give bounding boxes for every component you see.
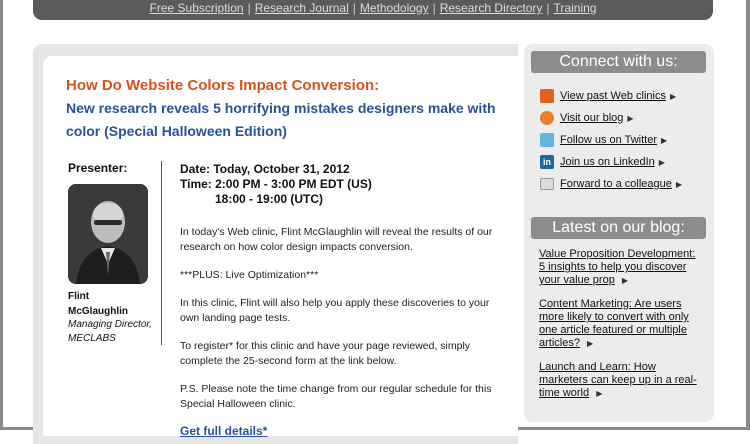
presenter-photo [68,184,148,284]
event-headline: How Do Website Colors Impact Conversion: [66,77,380,94]
description-paragraph: In today's Web clinic, Flint McGlaughlin… [180,226,493,253]
nav-separator: | [247,1,251,15]
connect-list: View past Web clinics ▶ Visit our blog ▶… [540,85,682,195]
linkedin-icon: in [540,155,554,169]
nav-link-research-journal[interactable]: Research Journal [255,1,349,15]
connect-item-label: View past Web clinics [560,90,666,102]
event-date: Date: Today, October 31, 2012 [180,162,350,176]
arrow-right-icon: ▶ [587,339,594,348]
presenter-role: Managing Director, MECLABS [68,319,152,344]
description-paragraph: In this clinic, Flint will also help you… [180,297,490,324]
event-schedule: Date: Today, October 31, 2012 Time: 2:00… [180,162,372,207]
twitter-icon [540,133,554,147]
blog-header: Latest on our blog: [531,217,706,239]
blog-item[interactable]: Value Proposition Development: 5 insight… [539,248,704,287]
nav-link-training[interactable]: Training [554,1,597,15]
arrow-right-icon: ▶ [621,276,629,285]
event-subhead: New research reveals 5 horrifying mistak… [66,100,496,139]
connect-item-label: Visit our blog [560,112,624,124]
blog-item[interactable]: Launch and Learn: How marketers can keep… [539,361,704,400]
blog-item-label: Launch and Learn: How marketers can keep… [539,361,697,399]
blog-list: Value Proposition Development: 5 insight… [539,248,704,411]
blog-item-label: Value Proposition Development: 5 insight… [539,248,696,286]
web-clinic-icon [540,89,554,103]
presenter-first-name: Flint [68,291,90,302]
connect-item-forward[interactable]: Forward to a colleague ▶ [540,173,682,195]
event-description: In today's Web clinic, Flint McGlaughlin… [180,225,500,425]
page-frame-left [0,0,3,430]
event-time-utc: 18:00 - 19:00 (UTC) [215,192,324,206]
arrow-right-icon: ▶ [669,91,677,101]
arrow-right-icon: ▶ [627,113,634,123]
top-navigation: Free Subscription | Research Journal | Metho… [33,0,713,20]
connect-item-twitter[interactable]: Follow us on Twitter ▶ [540,129,682,151]
connect-item-label: Join us on LinkedIn [560,156,655,168]
nav-link-free-subscription[interactable]: Free Subscription [150,1,244,15]
connect-item-label: Follow us on Twitter [560,134,658,146]
arrow-right-icon: ▶ [675,179,683,189]
connect-header: Connect with us: [531,51,706,73]
nav-link-methodology[interactable]: Methodology [360,1,429,15]
presenter-name: Flint McGlaughlin [68,289,148,319]
arrow-right-icon: ▶ [658,157,665,167]
nav-separator: | [546,1,550,15]
presenter-label: Presenter: [68,161,128,175]
arrow-right-icon: ▶ [596,389,603,398]
vertical-divider [161,161,162,345]
mail-icon [540,178,554,190]
arrow-right-icon: ▶ [661,135,668,145]
page-frame-right [746,0,750,430]
connect-item-blog[interactable]: Visit our blog ▶ [540,107,682,129]
connect-item-label: Forward to a colleague [560,178,672,190]
blog-icon [540,111,554,125]
nav-separator: | [432,1,436,15]
description-paragraph: To register* for this clinic and have yo… [180,340,471,367]
connect-item-web-clinics[interactable]: View past Web clinics ▶ [540,85,682,107]
blog-item[interactable]: Content Marketing: Are users more likely… [539,298,704,350]
description-paragraph: P.S. Please note the time change from ou… [180,383,492,410]
nav-separator: | [352,1,356,15]
connect-item-linkedin[interactable]: in Join us on LinkedIn ▶ [540,151,682,173]
description-paragraph: ***PLUS: Live Optimization*** [180,269,319,281]
get-full-details-link[interactable]: Get full details* [180,424,267,438]
nav-link-research-directory[interactable]: Research Directory [440,1,543,15]
event-time: Time: 2:00 PM - 3:00 PM EDT (US) [180,177,372,191]
presenter-last-name: McGlaughlin [68,306,128,317]
blog-item-label: Content Marketing: Are users more likely… [539,298,689,349]
